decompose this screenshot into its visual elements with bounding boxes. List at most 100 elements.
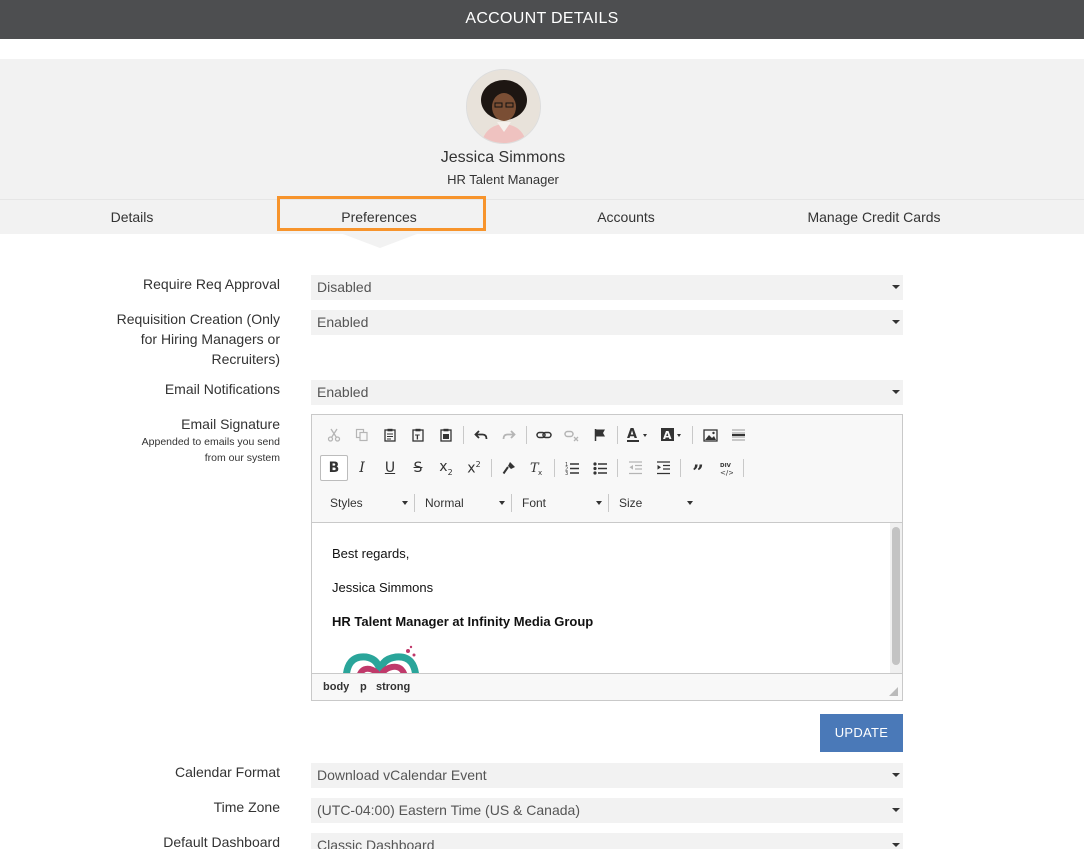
- subscript-icon[interactable]: x2: [432, 455, 460, 481]
- chevron-down-icon: [402, 501, 408, 505]
- require-req-approval-select[interactable]: Disabled: [311, 275, 903, 300]
- editor-toolbar-row-2: B I U S x2 x2 Tx 123 ” DIV </>: [320, 455, 747, 484]
- requisition-creation-label-line: Requisition Creation (Only: [116, 311, 280, 327]
- underline-icon[interactable]: U: [376, 455, 404, 481]
- redo-icon[interactable]: [495, 422, 523, 448]
- email-signature-label: Email Signature: [181, 416, 280, 432]
- cut-icon[interactable]: [320, 422, 348, 448]
- scrollbar-thumb[interactable]: [892, 527, 900, 665]
- toolbar-separator: [680, 459, 681, 477]
- text-color-icon[interactable]: A: [621, 422, 655, 448]
- size-dropdown[interactable]: Size: [609, 492, 699, 514]
- update-button[interactable]: UPDATE: [820, 714, 903, 752]
- profile-role: HR Talent Manager: [447, 172, 559, 187]
- chevron-down-icon: [892, 808, 900, 812]
- indent-icon[interactable]: [649, 455, 677, 481]
- calendar-format-select[interactable]: Download vCalendar Event: [311, 763, 903, 788]
- toolbar-separator: [743, 459, 744, 477]
- format-dropdown-label: Normal: [425, 496, 464, 510]
- tab-preferences[interactable]: Preferences: [283, 200, 475, 234]
- page-title: ACCOUNT DETAILS: [465, 10, 619, 27]
- email-signature-hint: Appended to emails you send from our sys…: [142, 434, 280, 466]
- company-logo-icon: [343, 645, 419, 673]
- toolbar-separator: [617, 459, 618, 477]
- require-req-approval-value: Disabled: [317, 279, 372, 295]
- blockquote-icon[interactable]: ”: [684, 455, 712, 484]
- bold-icon[interactable]: B: [320, 455, 348, 481]
- path-item-p[interactable]: p: [360, 681, 367, 693]
- svg-text:</>: </>: [720, 469, 733, 476]
- copy-icon[interactable]: [348, 422, 376, 448]
- unlink-icon[interactable]: [558, 422, 586, 448]
- email-notifications-value: Enabled: [317, 384, 369, 400]
- undo-icon[interactable]: [467, 422, 495, 448]
- italic-icon[interactable]: I: [348, 455, 376, 481]
- chevron-down-icon: [499, 501, 505, 505]
- toolbar-separator: [617, 426, 618, 444]
- paste-word-icon[interactable]: [432, 422, 460, 448]
- svg-text:x: x: [538, 469, 542, 476]
- outdent-icon[interactable]: [621, 455, 649, 481]
- background-color-icon[interactable]: A: [655, 422, 689, 448]
- profile-name: Jessica Simmons: [440, 149, 566, 166]
- chevron-down-icon: [687, 501, 693, 505]
- resize-handle-icon[interactable]: [889, 687, 898, 696]
- avatar-photo: [467, 70, 540, 143]
- paste-text-icon[interactable]: T: [404, 422, 432, 448]
- bulleted-list-icon[interactable]: [586, 455, 614, 481]
- strikethrough-icon[interactable]: S: [404, 455, 432, 481]
- email-signature-hint-line: Appended to emails you send: [141, 436, 280, 448]
- calendar-format-label: Calendar Format: [174, 764, 280, 780]
- email-signature-editor: T A A B I U S x2 x2 T x 1 2 3 ” DIV </> …: [311, 414, 903, 701]
- chevron-down-icon: [892, 390, 900, 394]
- paste-icon[interactable]: [376, 422, 404, 448]
- styles-dropdown[interactable]: Styles: [320, 492, 414, 514]
- requisition-creation-label-line: Recruiters): [211, 351, 280, 367]
- path-item-body[interactable]: body: [323, 681, 349, 693]
- requisition-creation-value: Enabled: [317, 314, 369, 330]
- toolbar-separator: [463, 426, 464, 444]
- copy-formatting-icon[interactable]: [495, 455, 523, 481]
- link-icon[interactable]: [530, 422, 558, 448]
- styles-dropdown-label: Styles: [330, 496, 363, 510]
- time-zone-select[interactable]: (UTC-04:00) Eastern Time (US & Canada): [311, 798, 903, 823]
- default-dashboard-select[interactable]: Classic Dashboard: [311, 833, 903, 849]
- tab-manage-credit-cards[interactable]: Manage Credit Cards: [778, 200, 970, 234]
- email-notifications-select[interactable]: Enabled: [311, 380, 903, 405]
- require-req-approval-label: Require Req Approval: [143, 276, 280, 292]
- path-item-strong[interactable]: strong: [376, 681, 410, 693]
- signature-line: Jessica Simmons: [332, 580, 434, 595]
- time-zone-label: Time Zone: [213, 799, 280, 815]
- svg-text:3: 3: [565, 471, 568, 475]
- size-dropdown-label: Size: [619, 496, 643, 510]
- editor-scrollbar[interactable]: [890, 522, 902, 673]
- svg-text:T: T: [415, 434, 420, 442]
- time-zone-value: (UTC-04:00) Eastern Time (US & Canada): [317, 802, 580, 818]
- tab-accounts[interactable]: Accounts: [530, 200, 722, 234]
- element-path-bar: body p strong: [312, 673, 902, 700]
- tab-bar: Details Preferences Accounts Manage Cred…: [0, 199, 1084, 234]
- font-dropdown[interactable]: Font: [512, 492, 608, 514]
- avatar: [466, 69, 541, 144]
- superscript-icon[interactable]: x2: [460, 455, 488, 481]
- default-dashboard-value: Classic Dashboard: [317, 837, 435, 849]
- numbered-list-icon[interactable]: 123: [558, 455, 586, 481]
- signature-line: Best regards,: [332, 546, 410, 561]
- horizontal-rule-icon[interactable]: [724, 422, 752, 448]
- image-icon[interactable]: [696, 422, 724, 448]
- div-container-icon[interactable]: DIV </>: [712, 455, 740, 481]
- editor-toolbar-row-3: Styles Normal Font Size: [320, 490, 699, 516]
- format-dropdown[interactable]: Normal: [415, 492, 511, 514]
- svg-text:A: A: [627, 427, 637, 442]
- remove-format-icon[interactable]: Tx: [523, 455, 551, 481]
- editor-toolbar-row-1: T A A: [320, 422, 752, 448]
- page-header: ACCOUNT DETAILS: [0, 0, 1084, 39]
- requisition-creation-select[interactable]: Enabled: [311, 310, 903, 335]
- anchor-icon[interactable]: [586, 422, 614, 448]
- email-notifications-label: Email Notifications: [164, 381, 280, 397]
- toolbar-separator: [692, 426, 693, 444]
- signature-line: HR Talent Manager at Infinity Media Grou…: [332, 614, 594, 629]
- requisition-creation-label-line: for Hiring Managers or: [140, 331, 280, 347]
- signature-content-area[interactable]: Best regards, Jessica Simmons HR Talent …: [312, 522, 890, 673]
- tab-details[interactable]: Details: [36, 200, 228, 234]
